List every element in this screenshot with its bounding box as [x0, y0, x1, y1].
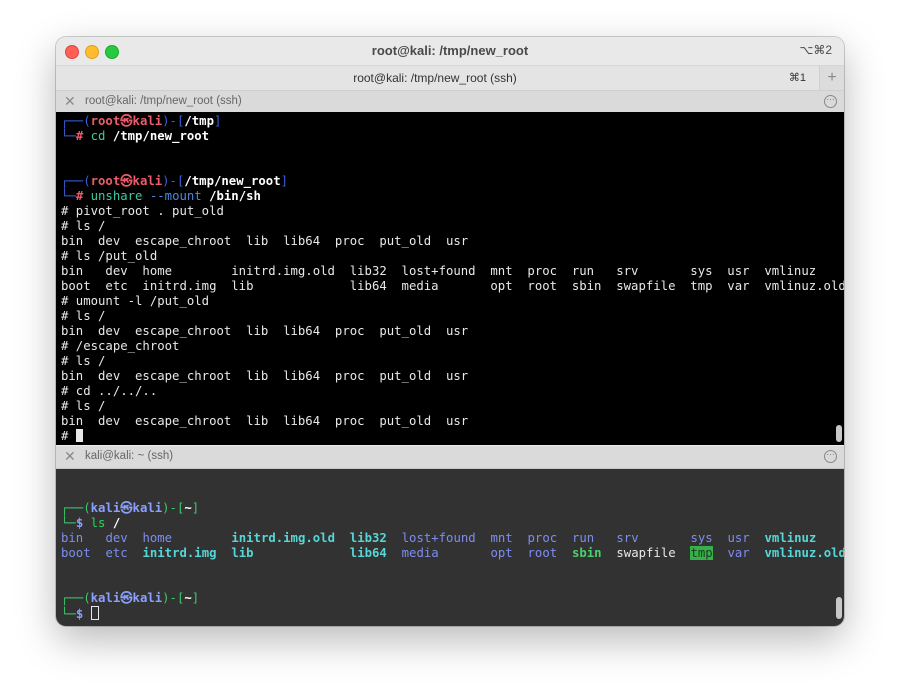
ls-entry: sbin — [571, 546, 602, 560]
output-line: bin dev escape_chroot lib lib64 proc put… — [61, 324, 469, 338]
ls-entry: bin — [61, 531, 84, 545]
output-line: bin dev home initrd.img.old lib32 lost+f… — [61, 264, 817, 278]
output-line: # ls / — [61, 309, 106, 323]
tab-bar: root@kali: /tmp/new_root (ssh) ⌘1 + — [56, 66, 844, 91]
pane2-header[interactable]: ✕ kali@kali: ~ (ssh) ··· — [56, 446, 844, 469]
prompt-line: ┌──(root㉿kali)-[/tmp/new_root] — [61, 174, 289, 188]
ls-entry: dev — [105, 531, 128, 545]
command-line: └─$ ls / — [61, 516, 121, 530]
command-line: └─# cd /tmp/new_root — [61, 129, 210, 143]
more-options-icon[interactable]: ··· — [824, 450, 837, 463]
text-cursor — [75, 429, 83, 442]
ls-output-row: boot etc initrd.img lib lib64 media opt … — [61, 546, 844, 561]
pane1-header[interactable]: ✕ root@kali: /tmp/new_root (ssh) ··· — [56, 91, 844, 114]
ls-entry: lib — [231, 546, 254, 560]
input-line[interactable]: # — [61, 429, 83, 444]
tab-shortcut: ⌘1 — [788, 72, 806, 84]
text-cursor — [90, 606, 99, 620]
tab-active[interactable]: root@kali: /tmp/new_root (ssh) — [56, 71, 814, 85]
prompt-line: ┌──(kali㉿kali)-[~] — [61, 591, 200, 605]
pane2-terminal[interactable]: ┌──(kali㉿kali)-[~] └─$ ls / bin dev home… — [56, 469, 844, 626]
pane2-title: kali@kali: ~ (ssh) — [85, 450, 174, 462]
ls-entry: media — [401, 546, 439, 560]
output-line: # cd ../../.. — [61, 384, 158, 398]
ls-entry: initrd.img.old — [231, 531, 335, 545]
ls-entry: swapfile — [616, 546, 676, 560]
output-line: # /escape_chroot — [61, 339, 180, 353]
window-title: root@kali: /tmp/new_root — [371, 43, 529, 58]
output-line: # umount -l /put_old — [61, 294, 210, 308]
output-line: # ls /put_old — [61, 249, 158, 263]
window-shortcut: ⌥⌘2 — [799, 43, 832, 57]
pane1-terminal[interactable]: ┌──(root㉿kali)-[/tmp] └─# cd /tmp/new_ro… — [56, 112, 844, 445]
ls-entry: run — [571, 531, 595, 545]
ls-entry: lost+found — [401, 531, 476, 545]
ls-entry: proc — [527, 531, 558, 545]
ls-entry: initrd.img — [142, 546, 217, 560]
ls-entry: mnt — [490, 531, 513, 545]
ls-entry: opt — [490, 546, 513, 560]
output-line: bin dev escape_chroot lib lib64 proc put… — [61, 414, 469, 428]
output-line: bin dev escape_chroot lib lib64 proc put… — [61, 369, 469, 383]
output-line: # ls / — [61, 399, 106, 413]
close-icon[interactable]: ✕ — [64, 93, 76, 110]
ls-entry: home — [142, 531, 173, 545]
ls-entry: lib64 — [349, 546, 387, 560]
ls-entry: sys — [690, 531, 713, 545]
ls-entry: etc — [105, 546, 128, 560]
output-line: # pivot_root . put_old — [61, 204, 224, 218]
title-bar[interactable]: root@kali: /tmp/new_root ⌥⌘2 — [56, 37, 844, 66]
ls-entry: boot — [61, 546, 91, 560]
close-icon[interactable]: ✕ — [64, 448, 76, 465]
output-line: bin dev escape_chroot lib lib64 proc put… — [61, 234, 469, 248]
pane2-scrollbar[interactable] — [836, 597, 842, 619]
output-line: # ls / — [61, 219, 106, 233]
pane1-title: root@kali: /tmp/new_root (ssh) — [85, 95, 242, 107]
ls-entry: root — [527, 546, 558, 560]
ls-entry: srv — [616, 531, 639, 545]
new-tab-button[interactable]: + — [819, 66, 844, 90]
ls-entry: usr — [727, 531, 750, 545]
terminal-window: root@kali: /tmp/new_root ⌥⌘2 root@kali: … — [56, 37, 844, 626]
pane1-scrollbar[interactable] — [836, 425, 842, 442]
output-line: boot etc initrd.img lib lib64 media opt … — [61, 279, 844, 293]
ls-entry: vmlinuz.old — [764, 546, 844, 560]
ls-entry: tmp — [690, 546, 713, 560]
more-options-icon[interactable]: ··· — [824, 95, 837, 108]
command-line: └─# unshare --mount /bin/sh — [61, 189, 261, 203]
ls-output-row: bin dev home initrd.img.old lib32 lost+f… — [61, 531, 816, 546]
prompt-line: ┌──(kali㉿kali)-[~] — [61, 501, 200, 515]
input-line[interactable]: └─$ — [61, 606, 99, 621]
prompt-line: ┌──(root㉿kali)-[/tmp] — [61, 114, 222, 128]
ls-entry: vmlinuz — [764, 531, 817, 545]
ls-entry: lib32 — [349, 531, 387, 545]
output-line: # ls / — [61, 354, 106, 368]
ls-entry: var — [727, 546, 750, 560]
